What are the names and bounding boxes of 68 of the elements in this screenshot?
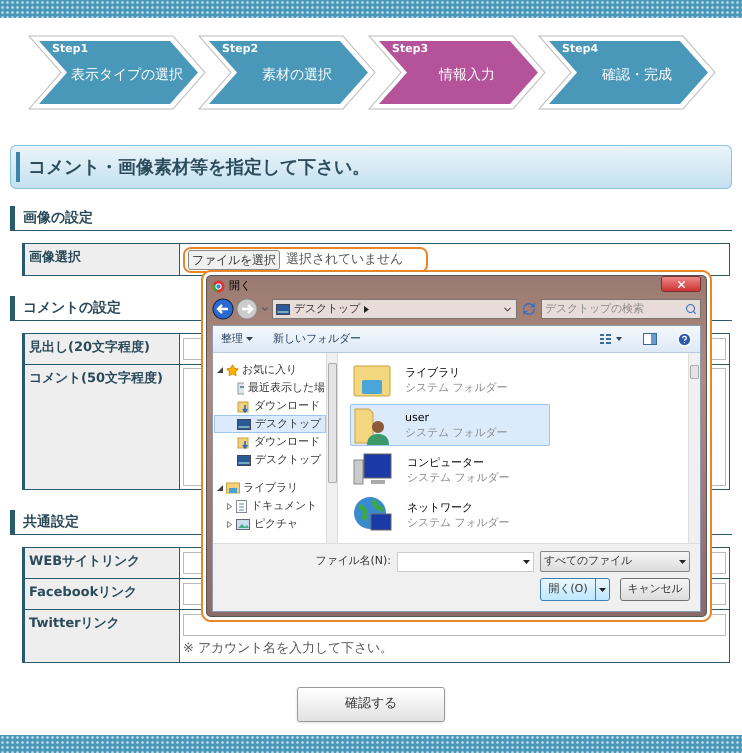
field-label: 見出し(20文字程度) bbox=[25, 334, 180, 364]
item-type: システム フォルダー bbox=[405, 425, 508, 440]
page-heading: コメント・画像素材等を指定して下さい。 bbox=[10, 145, 732, 189]
caret-icon bbox=[599, 588, 606, 592]
item-name: user bbox=[405, 410, 430, 425]
scrollbar[interactable] bbox=[326, 353, 338, 543]
library-icon bbox=[226, 482, 240, 494]
search-icon bbox=[685, 303, 697, 315]
picture-icon bbox=[236, 518, 250, 530]
nav-group[interactable]: お気に入り bbox=[217, 361, 326, 379]
breadcrumb-arrow-icon bbox=[364, 306, 369, 312]
desktop-icon bbox=[237, 418, 251, 430]
nav-item[interactable]: デスクトップ bbox=[217, 451, 326, 469]
confirm-button[interactable]: 確認する bbox=[297, 686, 445, 722]
item-name: コンピューター bbox=[407, 455, 485, 470]
toolbar-button[interactable]: 整理 bbox=[221, 330, 253, 348]
collapsed-triangle-icon[interactable] bbox=[227, 520, 232, 528]
nav-group[interactable]: ライブラリ bbox=[217, 479, 326, 497]
folder-item[interactable]: user システム フォルダー bbox=[350, 404, 550, 446]
folder-download-icon bbox=[237, 436, 250, 448]
expanded-triangle-icon[interactable] bbox=[217, 367, 223, 373]
dialog-title: 開く bbox=[229, 278, 251, 294]
folder-item[interactable]: コンピューター システム フォルダー bbox=[350, 449, 550, 491]
field-label: Twitterリンク bbox=[25, 610, 180, 662]
field-note: ※ アカウント名を入力して下さい。 bbox=[183, 640, 394, 658]
expanded-triangle-icon[interactable] bbox=[217, 485, 223, 491]
item-type: システム フォルダー bbox=[407, 470, 510, 485]
file-type-dropdown[interactable]: すべてのファイル bbox=[540, 551, 690, 572]
field-label: Facebookリンク bbox=[25, 579, 180, 609]
desktop-icon bbox=[237, 454, 251, 466]
caret-icon bbox=[523, 560, 530, 564]
item-type: システム フォルダー bbox=[405, 380, 508, 395]
app-icon bbox=[212, 280, 225, 292]
filename-field[interactable] bbox=[397, 552, 534, 572]
file-status: 選択されていません bbox=[286, 251, 404, 270]
help-icon[interactable] bbox=[677, 332, 692, 346]
star-icon bbox=[226, 364, 239, 376]
choose-file-button[interactable]: ファイルを選択 bbox=[188, 250, 280, 270]
recent-places-icon bbox=[237, 382, 244, 394]
search-field[interactable]: デスクトップの検索 bbox=[541, 299, 701, 319]
scrollbar[interactable] bbox=[688, 353, 700, 543]
collapsed-triangle-icon[interactable] bbox=[227, 502, 232, 510]
nav-item[interactable]: ダウンロード bbox=[217, 433, 326, 451]
desktop-icon bbox=[276, 304, 290, 314]
caret-icon bbox=[679, 560, 686, 564]
nav-item[interactable]: 最近表示した場 bbox=[217, 379, 326, 397]
nav-item[interactable]: ダウンロード bbox=[217, 397, 326, 415]
folder-download-icon bbox=[237, 400, 250, 412]
nav-item[interactable]: ピクチャ bbox=[217, 515, 326, 533]
nav-item[interactable]: デスクトップ bbox=[214, 415, 326, 433]
field-label: 画像選択 bbox=[25, 244, 180, 275]
close-button[interactable] bbox=[661, 276, 701, 292]
caret-icon bbox=[246, 337, 253, 341]
filename-label: ファイル名(N): bbox=[315, 553, 391, 570]
address-bar[interactable]: デスクトップ bbox=[272, 299, 517, 319]
folder-item[interactable]: ライブラリ システム フォルダー bbox=[350, 359, 550, 401]
view-options-icon[interactable] bbox=[599, 333, 623, 345]
toolbar-button[interactable]: 新しいフォルダー bbox=[273, 330, 361, 348]
document-icon bbox=[236, 500, 247, 512]
field-label: コメント(50文字程度) bbox=[25, 365, 180, 489]
open-button[interactable]: 開く(O) bbox=[540, 578, 610, 601]
section-heading: 画像の設定 bbox=[10, 206, 732, 231]
item-name: ライブラリ bbox=[405, 365, 461, 380]
cancel-button[interactable]: キャンセル bbox=[620, 578, 690, 601]
field-label: WEBサイトリンク bbox=[25, 548, 180, 578]
item-type: システム フォルダー bbox=[407, 515, 510, 530]
close-icon bbox=[676, 278, 686, 290]
preview-pane-icon[interactable] bbox=[643, 333, 657, 345]
